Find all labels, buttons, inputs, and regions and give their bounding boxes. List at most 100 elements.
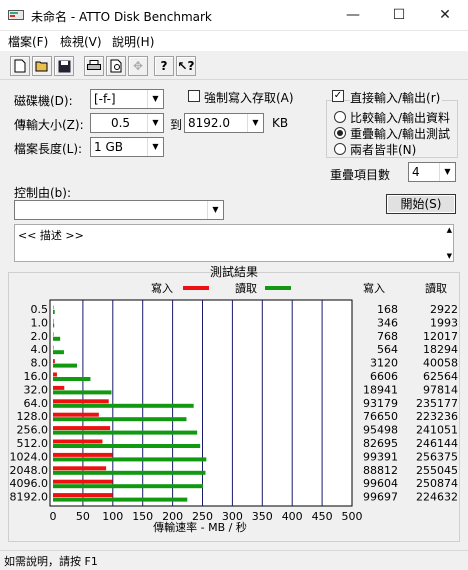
menu-help[interactable]: 說明(H) <box>112 33 154 50</box>
read-bar <box>53 377 91 381</box>
write-bar <box>53 359 55 364</box>
menu-view[interactable]: 檢視(V) <box>60 33 102 50</box>
chevron-down-icon: ▼ <box>247 114 263 132</box>
write-value: 99604 <box>363 477 398 490</box>
category-label: 4.0 <box>31 343 49 356</box>
new-file-icon <box>14 59 26 73</box>
start-button[interactable]: 開始(S) <box>386 194 456 214</box>
category-label: 64.0 <box>24 397 49 410</box>
x-tick-label: 400 <box>282 510 303 523</box>
maximize-button[interactable]: ☐ <box>376 0 422 31</box>
radio-overlapped[interactable] <box>334 127 346 139</box>
write-value: 6606 <box>370 370 398 383</box>
transfer-from-value: 0.5 <box>110 116 131 130</box>
write-value: 99697 <box>363 491 398 504</box>
drive-select[interactable]: [-f-] ▼ <box>90 89 164 109</box>
force-write-checkbox[interactable] <box>188 90 200 102</box>
drive-value: [-f-] <box>94 92 116 106</box>
direct-io-checkbox[interactable]: ✓ <box>332 90 344 102</box>
write-value: 18941 <box>363 383 398 396</box>
file-length-select[interactable]: 1 GB ▼ <box>90 137 164 157</box>
write-bar <box>53 318 54 323</box>
write-bar <box>53 426 111 431</box>
write-bar <box>53 372 57 377</box>
transfer-to-select[interactable]: 8192.0 ▼ <box>184 113 264 133</box>
chevron-down-icon: ▼ <box>147 114 163 132</box>
category-label: 2.0 <box>31 330 49 343</box>
read-value: 250874 <box>416 477 458 490</box>
x-tick-label: 500 <box>342 510 363 523</box>
category-label: 0.5 <box>31 303 49 316</box>
x-tick-label: 150 <box>132 510 153 523</box>
read-value: 223236 <box>416 410 458 423</box>
minimize-icon: — <box>346 7 360 23</box>
close-button[interactable]: ✕ <box>422 0 468 31</box>
menu-file[interactable]: 檔案(F) <box>8 33 48 50</box>
save-button[interactable] <box>54 56 74 76</box>
read-bar <box>53 363 77 368</box>
values-table: 168 2922346 1993768 12017564 182943120 400586… <box>363 303 458 504</box>
minimize-button[interactable]: — <box>330 0 376 31</box>
print-preview-button[interactable] <box>106 56 126 76</box>
write-bar <box>53 332 54 337</box>
read-value: 1993 <box>430 316 458 329</box>
move-button[interactable]: ✥ <box>128 56 148 76</box>
chevron-down-icon: ▼ <box>147 90 163 108</box>
x-tick-label: 350 <box>252 510 273 523</box>
read-bar <box>53 444 201 448</box>
category-label: 2048.0 <box>10 464 49 477</box>
controlled-by-label: 控制由(b): <box>14 186 72 200</box>
read-value: 255045 <box>416 464 458 477</box>
scroll-down-icon[interactable]: ▼ <box>447 252 452 260</box>
chevron-down-icon: ▼ <box>147 138 163 156</box>
read-bar <box>53 336 61 341</box>
write-value: 95498 <box>363 424 398 437</box>
close-icon: ✕ <box>439 7 451 23</box>
maximize-icon: ☐ <box>392 7 406 23</box>
transfer-size-label: 傳輸大小(Z): <box>14 118 84 132</box>
legend-read-label: 讀取 <box>235 281 257 295</box>
read-bar <box>53 484 204 489</box>
kb-label: KB <box>272 116 289 130</box>
force-write-label: 強制寫入存取(A) <box>204 91 294 105</box>
legend-read-swatch <box>265 286 291 290</box>
file-length-value: 1 GB <box>94 140 123 154</box>
drive-label: 磁碟機(D): <box>14 94 73 108</box>
category-label: 4096.0 <box>10 477 49 490</box>
read-bar <box>53 390 112 395</box>
write-bar <box>53 466 107 471</box>
scroll-up-icon[interactable]: ▲ <box>447 226 452 234</box>
description-box[interactable]: << 描述 >> ▲ ▼ <box>14 224 454 262</box>
legend-write-swatch <box>183 286 209 290</box>
write-bar <box>53 345 54 350</box>
open-button[interactable] <box>32 56 52 76</box>
help-icon: ? <box>160 59 168 73</box>
read-value: 224632 <box>416 491 458 504</box>
results-chart: 測試結果 寫入 讀取 寫入 讀取 0.51.02.04.08.016.032.0… <box>10 264 459 534</box>
radio-neither[interactable] <box>334 143 346 155</box>
category-label: 1024.0 <box>10 450 49 463</box>
queue-depth-value: 4 <box>412 165 420 179</box>
controlled-by-select[interactable]: ▼ <box>14 200 224 220</box>
write-value: 346 <box>377 316 398 329</box>
write-bar <box>53 385 65 390</box>
category-label: 1.0 <box>31 316 49 329</box>
help-button[interactable]: ? <box>154 56 174 76</box>
radio-neither-label: 兩者皆非(N) <box>350 143 417 157</box>
description-text: << 描述 >> <box>18 229 84 242</box>
new-file-button[interactable] <box>10 56 30 76</box>
read-value: 2922 <box>430 303 458 316</box>
file-length-label: 檔案長度(L): <box>14 142 83 156</box>
read-bar <box>53 497 188 502</box>
transfer-from-select[interactable]: 0.5 ▼ <box>90 113 164 133</box>
category-label: 8192.0 <box>10 491 49 504</box>
radio-compare[interactable] <box>334 111 346 123</box>
read-bar <box>53 430 198 435</box>
print-button[interactable] <box>84 56 104 76</box>
context-help-icon: ↖? <box>177 59 195 73</box>
context-help-button[interactable]: ↖? <box>176 56 196 76</box>
read-value: 62564 <box>423 370 458 383</box>
queue-depth-select[interactable]: 4 ▼ <box>408 162 456 182</box>
read-value: 40058 <box>423 357 458 370</box>
write-value: 93179 <box>363 397 398 410</box>
